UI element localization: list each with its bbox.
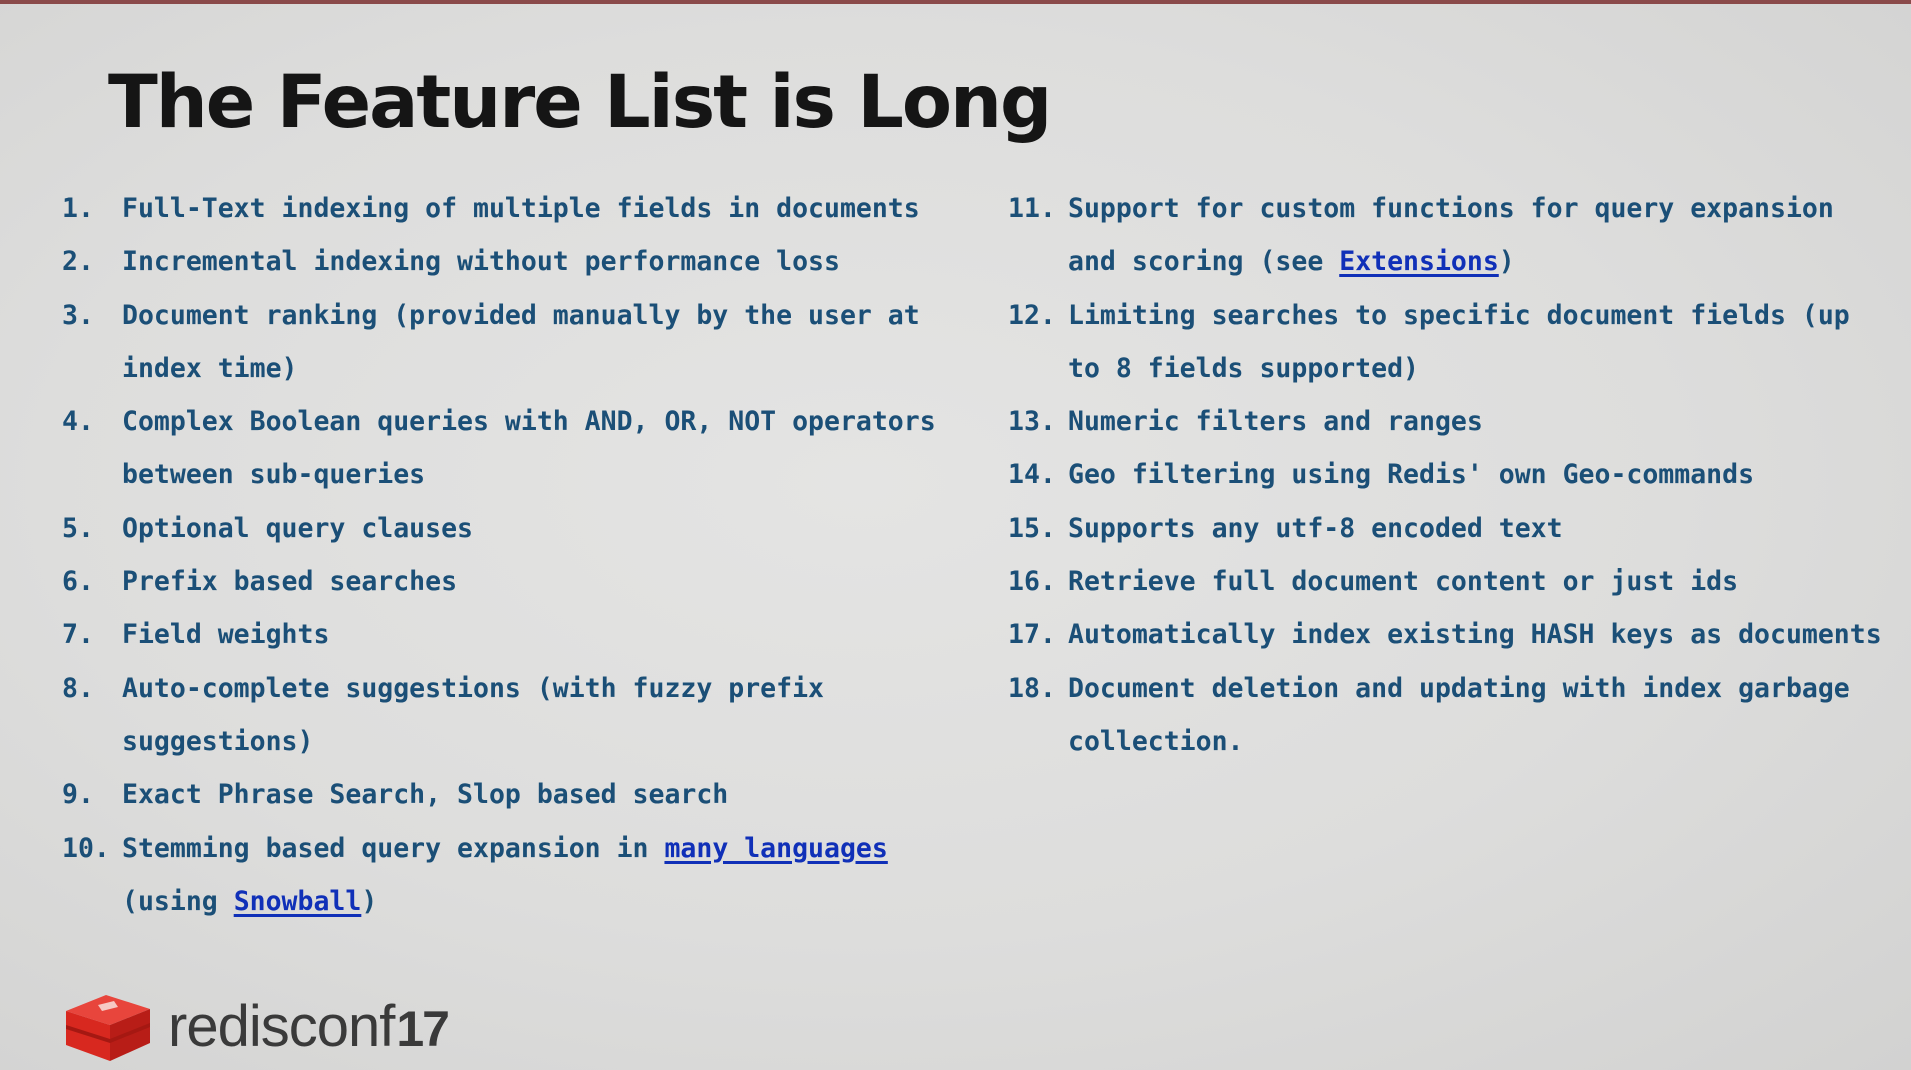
logo-word: redisconf	[168, 994, 395, 1059]
feature-text-part: Numeric filters and ranges	[1068, 406, 1483, 438]
feature-text: Support for custom functions for query e…	[1068, 182, 1888, 289]
feature-number: 5.	[62, 512, 94, 544]
feature-text-part: Automatically index existing HASH keys a…	[1068, 619, 1882, 651]
feature-number: 14.	[1008, 459, 1056, 491]
feature-link[interactable]: Extensions	[1339, 246, 1499, 277]
feature-number: 13.	[1008, 406, 1056, 438]
feature-number: 11.	[1008, 193, 1056, 224]
feature-text: Optional query clauses	[122, 502, 982, 555]
feature-item: 7. Field weights	[62, 608, 982, 661]
feature-text-part: Document deletion and updating with inde…	[1068, 672, 1850, 757]
feature-item: 16. Retrieve full document content or jus…	[1008, 555, 1888, 608]
feature-text-part: Complex Boolean queries with AND, OR, NO…	[122, 406, 936, 491]
feature-text-part: Geo filtering using Redis' own Geo-comma…	[1068, 459, 1755, 491]
feature-text: Retrieve full document content or just i…	[1068, 555, 1888, 608]
feature-item: 2. Incremental indexing without performan…	[62, 235, 982, 288]
feature-text-part: Retrieve full document content or just i…	[1068, 566, 1739, 598]
feature-number: 15.	[1008, 512, 1056, 544]
feature-item: 18. Document deletion and updating with i…	[1008, 662, 1888, 769]
feature-list-right: 11. Support for custom functions for quer…	[1008, 182, 1888, 768]
feature-text: Numeric filters and ranges	[1068, 395, 1888, 448]
feature-number: 7.	[62, 619, 94, 651]
feature-text-part: Incremental indexing without performance…	[122, 246, 840, 278]
feature-text-part: Auto-complete suggestions (with fuzzy pr…	[122, 672, 824, 757]
feature-item: 3. Document ranking (provided manually by…	[62, 289, 982, 396]
feature-number: 10.	[62, 832, 110, 864]
feature-text: Limiting searches to specific document f…	[1068, 289, 1888, 396]
feature-text-part: Supports any utf-8 encoded text	[1068, 512, 1563, 544]
feature-number: 9.	[62, 779, 94, 811]
feature-item: 9. Exact Phrase Search, Slop based search	[62, 768, 982, 821]
feature-item: 11. Support for custom functions for quer…	[1008, 182, 1888, 289]
redisconf-logo: redisconf17	[62, 989, 450, 1065]
slide-title: The Feature List is Long	[108, 60, 1052, 145]
feature-text: Complex Boolean queries with AND, OR, NO…	[122, 395, 982, 502]
feature-text-part: Optional query clauses	[122, 512, 473, 544]
feature-text-part: (using	[122, 885, 234, 917]
feature-item: 8. Auto-complete suggestions (with fuzzy …	[62, 662, 982, 769]
feature-text: Auto-complete suggestions (with fuzzy pr…	[122, 662, 982, 769]
feature-text-part: Prefix based searches	[122, 566, 458, 598]
feature-item: 4. Complex Boolean queries with AND, OR, …	[62, 395, 982, 502]
feature-item: 6. Prefix based searches	[62, 555, 982, 608]
slide: The Feature List is Long 1. Full-Text ind…	[0, 0, 1911, 1070]
feature-text: Automatically index existing HASH keys a…	[1068, 608, 1888, 661]
feature-text: Prefix based searches	[122, 555, 982, 608]
feature-text-part: Limiting searches to specific document f…	[1068, 299, 1850, 384]
feature-item: 1. Full-Text indexing of multiple fields …	[62, 182, 982, 235]
feature-item: 13. Numeric filters and ranges	[1008, 395, 1888, 448]
feature-text: Incremental indexing without performance…	[122, 235, 982, 288]
feature-item: 12. Limiting searches to specific documen…	[1008, 289, 1888, 396]
feature-text-part: Stemming based query expansion in	[122, 832, 665, 864]
feature-text-part: Field weights	[122, 619, 330, 651]
feature-number: 18.	[1008, 672, 1056, 704]
feature-number: 1.	[62, 193, 94, 224]
feature-text: Stemming based query expansion in many l…	[122, 822, 982, 929]
feature-text: Geo filtering using Redis' own Geo-comma…	[1068, 448, 1888, 501]
feature-text-part: Full-Text indexing of multiple fields in…	[122, 193, 920, 224]
feature-text-part: Exact Phrase Search, Slop based search	[122, 779, 729, 811]
logo-year: 17	[396, 1001, 450, 1057]
feature-text-part: )	[361, 885, 378, 917]
feature-text: Full-Text indexing of multiple fields in…	[122, 182, 982, 235]
feature-number: 2.	[62, 246, 94, 278]
feature-item: 14. Geo filtering using Redis' own Geo-co…	[1008, 448, 1888, 501]
feature-link[interactable]: many languages	[664, 833, 887, 864]
feature-item: 5. Optional query clauses	[62, 502, 982, 555]
feature-number: 17.	[1008, 619, 1056, 651]
feature-text-part: )	[1498, 246, 1515, 278]
feature-text: Document ranking (provided manually by t…	[122, 289, 982, 396]
feature-item: 10. Stemming based query expansion in man…	[62, 822, 982, 929]
feature-text-part: Document ranking (provided manually by t…	[122, 299, 920, 384]
feature-list-left: 1. Full-Text indexing of multiple fields …	[62, 182, 982, 928]
feature-text: Field weights	[122, 608, 982, 661]
feature-number: 8.	[62, 672, 94, 704]
feature-number: 3.	[62, 299, 94, 331]
feature-link[interactable]: Snowball	[234, 886, 362, 917]
feature-text: Exact Phrase Search, Slop based search	[122, 768, 982, 821]
feature-number: 12.	[1008, 299, 1056, 331]
logo-wordmark: redisconf17	[168, 998, 450, 1057]
feature-text: Document deletion and updating with inde…	[1068, 662, 1888, 769]
redis-cube-icon	[66, 995, 150, 1061]
feature-item: 15. Supports any utf-8 encoded text	[1008, 502, 1888, 555]
feature-number: 6.	[62, 566, 94, 598]
feature-item: 17. Automatically index existing HASH key…	[1008, 608, 1888, 661]
feature-number: 4.	[62, 406, 94, 438]
feature-number: 16.	[1008, 566, 1056, 598]
feature-text: Supports any utf-8 encoded text	[1068, 502, 1888, 555]
